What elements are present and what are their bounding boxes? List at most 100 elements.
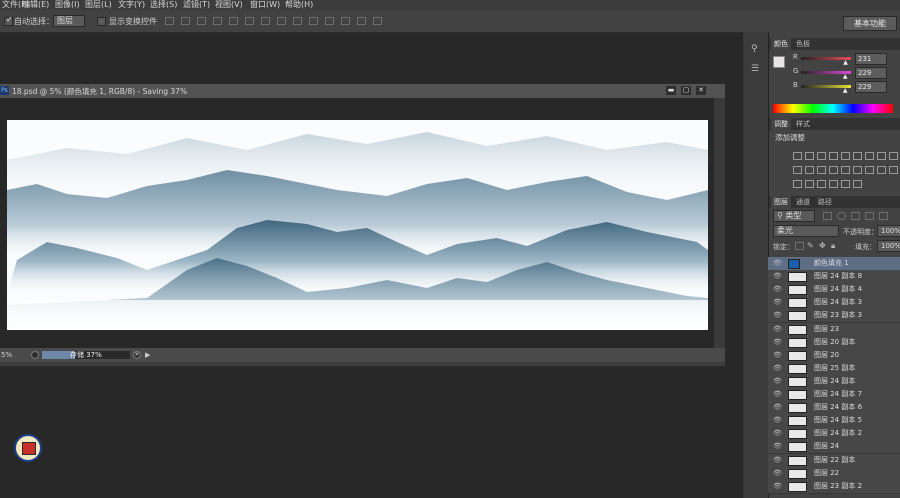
status-menu-arrow-icon[interactable]: ▶ [145, 351, 150, 359]
adjustment-icon[interactable] [853, 180, 862, 188]
tab-swatches[interactable]: 色板 [793, 38, 813, 50]
adjustment-icon[interactable] [817, 166, 826, 174]
visibility-eye-icon[interactable]: 👁︎ [773, 456, 782, 464]
visibility-eye-icon[interactable]: 👁︎ [773, 377, 782, 385]
color-spectrum-bar[interactable] [773, 104, 893, 113]
adjustment-icon[interactable] [889, 152, 898, 160]
pixel-filter-icon[interactable] [823, 212, 832, 220]
adjustment-icon[interactable] [805, 180, 814, 188]
menu-item-8[interactable]: 窗口(W) [250, 0, 280, 10]
workspace-button[interactable]: 基本功能 [843, 16, 897, 31]
canvas-image[interactable] [7, 120, 708, 330]
vertical-scrollbar[interactable] [714, 98, 725, 348]
channel-value-g[interactable]: 229 [855, 67, 887, 79]
fill-input[interactable]: 100% [877, 240, 900, 252]
adjustment-icon[interactable] [865, 166, 874, 174]
desktop-app-icon[interactable] [14, 434, 42, 462]
layer-name[interactable]: 图层 22 [814, 468, 839, 478]
visibility-eye-icon[interactable]: 👁︎ [773, 442, 782, 450]
visibility-eye-icon[interactable]: 👁︎ [773, 403, 782, 411]
menu-item-9[interactable]: 帮助(H) [285, 0, 313, 10]
align-distribute-icon[interactable] [325, 17, 334, 25]
menu-item-5[interactable]: 选择(S) [150, 0, 177, 10]
align-distribute-icon[interactable] [357, 17, 366, 25]
visibility-eye-icon[interactable]: 👁︎ [773, 390, 782, 398]
adjustment-icon[interactable] [805, 166, 814, 174]
layer-row[interactable]: 👁︎ 图层 23 [768, 322, 900, 337]
visibility-eye-icon[interactable]: 👁︎ [773, 469, 782, 477]
visibility-eye-icon[interactable]: 👁︎ [773, 429, 782, 437]
menu-item-6[interactable]: 滤镜(T) [183, 0, 210, 10]
layer-row[interactable]: 👁︎ 图层 20 [768, 348, 900, 363]
tab-layers[interactable]: 图层 [771, 196, 791, 208]
adjustment-icon[interactable] [793, 152, 802, 160]
close-button[interactable]: ✕ [696, 86, 706, 95]
layer-name[interactable]: 图层 23 副本 2 [814, 481, 862, 491]
visibility-eye-icon[interactable]: 👁︎ [773, 272, 782, 280]
menu-item-2[interactable]: 图像(I) [55, 0, 80, 10]
visibility-eye-icon[interactable]: 👁︎ [773, 285, 782, 293]
layer-name[interactable]: 图层 24 副本 5 [814, 415, 862, 425]
layer-row[interactable]: 👁︎ 图层 25 副本 [768, 361, 900, 376]
layer-row[interactable]: 👁︎ 图层 22 [768, 466, 900, 481]
layer-name[interactable]: 图层 24 副本 4 [814, 284, 862, 294]
show-transform-checkbox[interactable] [97, 17, 106, 26]
visibility-eye-icon[interactable]: 👁︎ [773, 311, 782, 319]
layer-name[interactable]: 图层 22 副本 [814, 455, 855, 465]
channel-slider-thumb-icon[interactable]: ▲ [843, 73, 848, 80]
tab-styles[interactable]: 样式 [793, 118, 813, 130]
visibility-eye-icon[interactable]: 👁︎ [773, 482, 782, 490]
align-distribute-icon[interactable] [309, 17, 318, 25]
minimize-button[interactable]: ▬ [666, 86, 676, 95]
foreground-color-swatch[interactable] [773, 56, 785, 68]
layer-row[interactable]: 👁︎ 图层 24 副本 3 [768, 296, 900, 311]
align-distribute-icon[interactable] [245, 17, 254, 25]
cancel-save-icon[interactable]: ✕ [133, 351, 141, 359]
align-distribute-icon[interactable] [293, 17, 302, 25]
channel-slider-thumb-icon[interactable]: ▲ [843, 59, 848, 66]
layer-name[interactable]: 图层 24 副本 [814, 376, 855, 386]
layer-row[interactable]: 👁︎ 颜色填充 1 [768, 257, 900, 271]
layer-name[interactable]: 图层 25 副本 [814, 363, 855, 373]
menu-item-3[interactable]: 图层(L) [85, 0, 112, 10]
tab-paths[interactable]: 路径 [815, 196, 835, 208]
menu-item-7[interactable]: 视图(V) [215, 0, 243, 10]
adjustment-icon[interactable] [793, 180, 802, 188]
layer-row[interactable]: 👁︎ 图层 24 副本 [768, 374, 900, 389]
adjustment-icon[interactable] [853, 166, 862, 174]
document-titlebar[interactable]: Ps 18.psd @ 5% (颜色填充 1, RGB/8) - Saving … [0, 84, 725, 98]
channel-value-b[interactable]: 229 [855, 81, 887, 93]
adjustment-icon[interactable] [877, 166, 886, 174]
layer-row[interactable]: 👁︎ 图层 22 副本 [768, 453, 900, 468]
adjustment-icon[interactable] [841, 152, 850, 160]
align-distribute-icon[interactable] [277, 17, 286, 25]
visibility-eye-icon[interactable]: 👁︎ [773, 416, 782, 424]
shape-filter-icon[interactable] [865, 212, 874, 220]
type-filter-icon[interactable] [851, 212, 860, 220]
adjustment-icon[interactable] [829, 166, 838, 174]
canvas-area[interactable] [0, 98, 714, 348]
layer-row[interactable]: 👁︎ 图层 20 副本 [768, 335, 900, 350]
layer-row[interactable]: 👁︎ 图层 24 副本 6 [768, 401, 900, 416]
adjustment-icon[interactable] [817, 152, 826, 160]
layer-name[interactable]: 图层 24 副本 7 [814, 389, 862, 399]
align-distribute-icon[interactable] [197, 17, 206, 25]
adjustment-icon[interactable] [829, 180, 838, 188]
layer-row[interactable]: 👁︎ 图层 24 副本 2 [768, 427, 900, 442]
align-distribute-icon[interactable] [181, 17, 190, 25]
layer-filter-dropdown[interactable]: ⚲ 类型 [773, 210, 815, 222]
visibility-eye-icon[interactable]: 👁︎ [773, 351, 782, 359]
smart-object-filter-icon[interactable] [879, 212, 888, 220]
visibility-eye-icon[interactable]: 👁︎ [773, 259, 782, 267]
visibility-eye-icon[interactable]: 👁︎ [773, 298, 782, 306]
adjustment-icon[interactable] [853, 152, 862, 160]
layer-row[interactable]: 👁︎ 图层 23 副本 2 [768, 479, 900, 494]
channel-value-r[interactable]: 231 [855, 53, 887, 65]
layer-row[interactable]: 👁︎ 图层 24 副本 7 [768, 388, 900, 402]
layer-row[interactable]: 👁︎ 图层 24 副本 5 [768, 414, 900, 429]
layer-name[interactable]: 图层 20 [814, 350, 839, 360]
blend-mode-dropdown[interactable]: 柔光 [773, 225, 839, 237]
auto-select-dropdown[interactable]: 图层 [53, 15, 85, 27]
adjustment-icon[interactable] [841, 166, 850, 174]
adjustment-icon[interactable] [841, 180, 850, 188]
